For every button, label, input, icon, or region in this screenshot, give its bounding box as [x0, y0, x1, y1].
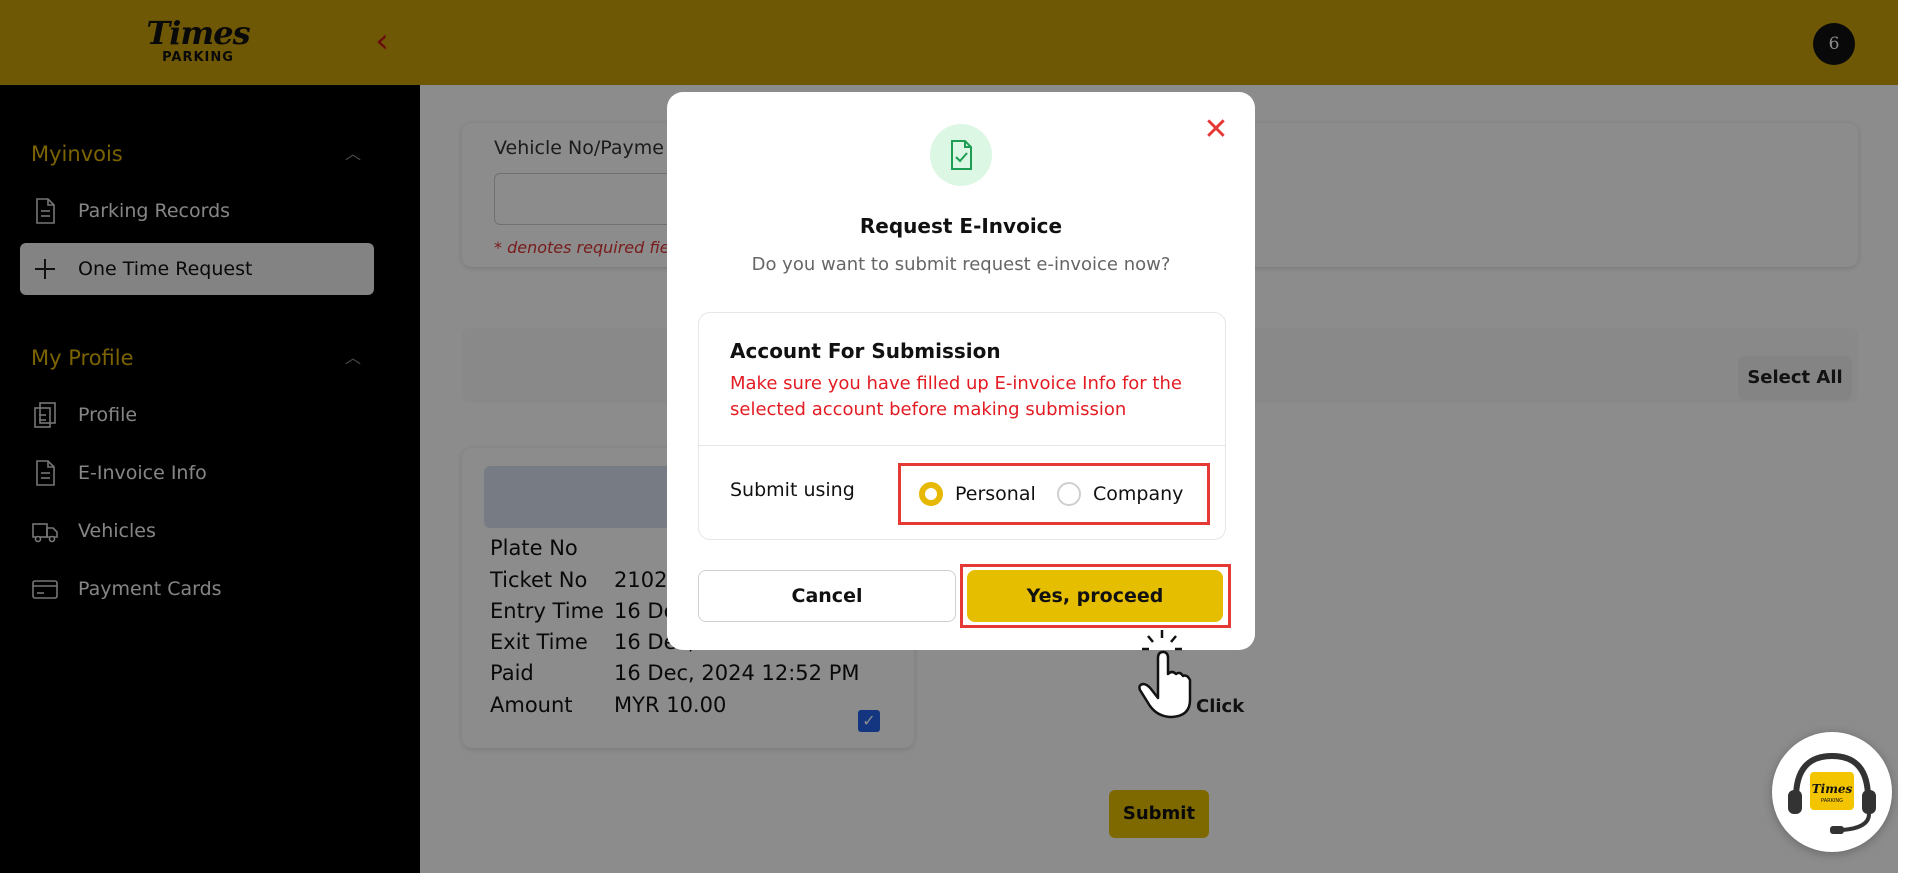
app-page: Times PARKING ‹ 6 Myinvois ︿ Parking Rec…	[0, 0, 1920, 873]
submit-using-label: Submit using	[730, 479, 855, 501]
headset-icon: Times PARKING	[1788, 752, 1876, 834]
account-title: Account For Submission	[730, 339, 1001, 363]
svg-text:Times: Times	[1812, 782, 1853, 796]
radio-label: Company	[1093, 483, 1184, 505]
radio-dot	[919, 482, 943, 506]
request-einvoice-modal: ✕ Request E-Invoice Do you want to submi…	[667, 92, 1255, 650]
divider	[699, 445, 1225, 446]
account-warning: Make sure you have filled up E-invoice I…	[730, 373, 1182, 420]
close-icon[interactable]: ✕	[1201, 115, 1231, 146]
radio-highlight-frame: Personal Company	[898, 463, 1210, 525]
yes-proceed-button[interactable]: Yes, proceed	[967, 570, 1223, 622]
modal-title: Request E-Invoice	[859, 214, 1063, 238]
radio-dot	[1057, 482, 1081, 506]
cancel-button[interactable]: Cancel	[698, 570, 956, 622]
click-hand-icon	[1138, 630, 1192, 719]
click-label: Click	[1196, 696, 1245, 717]
svg-text:PARKING: PARKING	[1821, 798, 1843, 804]
modal-subtitle: Do you want to submit request e-invoice …	[751, 254, 1171, 275]
account-submission-box: Account For Submission Make sure you hav…	[698, 312, 1226, 540]
chat-support-widget[interactable]: Times PARKING	[1772, 732, 1892, 852]
document-check-icon	[930, 124, 992, 186]
radio-label: Personal	[955, 483, 1036, 505]
